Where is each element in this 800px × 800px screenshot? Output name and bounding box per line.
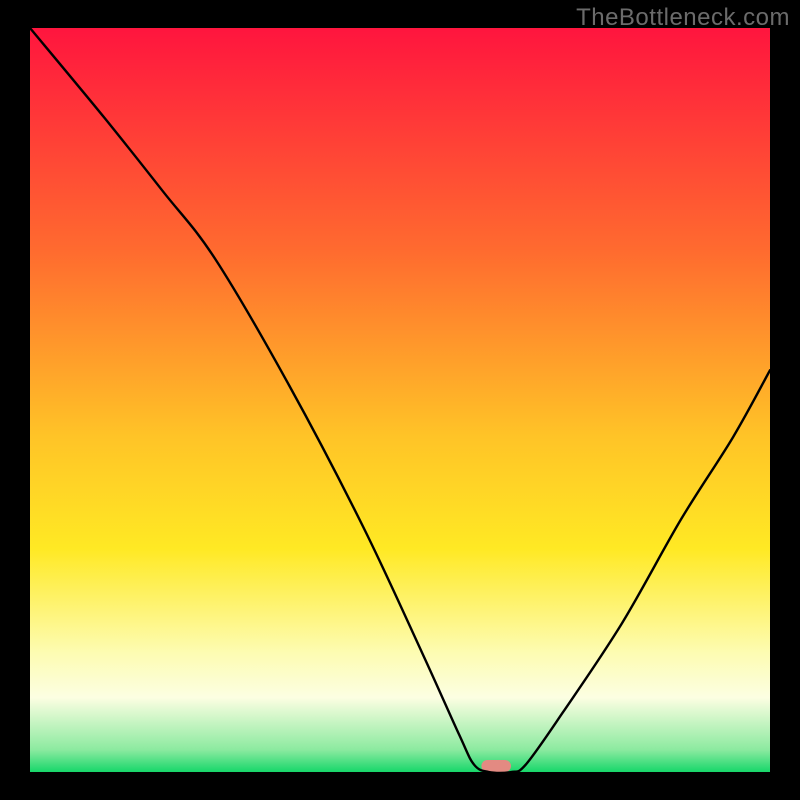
chart-frame: TheBottleneck.com [0,0,800,800]
optimum-marker [481,760,511,772]
chart-svg [30,28,770,772]
chart-background [30,28,770,772]
bottleneck-chart [30,28,770,772]
watermark-text: TheBottleneck.com [576,4,790,32]
